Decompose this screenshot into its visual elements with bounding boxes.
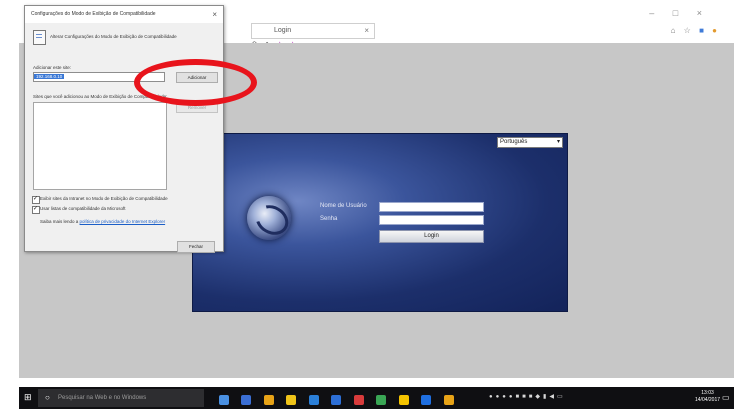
document-icon xyxy=(33,30,46,45)
edge-icon[interactable] xyxy=(241,394,252,405)
dialog-close-icon[interactable]: × xyxy=(212,6,217,23)
tray-icon-8[interactable]: ◆ xyxy=(535,394,543,400)
volume-icon[interactable]: ◀ xyxy=(549,394,557,400)
privacy-policy-link[interactable]: política de privacidade do Internet Expl… xyxy=(80,219,166,224)
compatibility-settings-dialog: Configurações do Modo de Exibição de Com… xyxy=(24,5,224,253)
language-select[interactable]: Português ▾ xyxy=(497,137,563,148)
maximize-button[interactable]: □ xyxy=(673,8,686,18)
smiley-icon[interactable]: ● xyxy=(712,26,720,35)
add-site-input-value: 192.168.0.10 xyxy=(34,74,65,79)
microsoft-lists-checkbox[interactable] xyxy=(32,205,40,214)
notifications-icon[interactable]: ▭ xyxy=(722,393,730,402)
excel-icon[interactable] xyxy=(376,394,387,405)
store-icon[interactable] xyxy=(308,394,319,405)
powerpoint-icon[interactable] xyxy=(353,394,364,405)
windows-start-icon[interactable]: ⊞ xyxy=(24,393,32,402)
file-explorer-icon[interactable] xyxy=(263,394,274,405)
browser-tab[interactable]: Login × xyxy=(251,23,375,39)
microsoft-lists-label: Usar listas de compatibilidade da Micros… xyxy=(40,206,126,211)
settings-gear-icon[interactable]: ■ xyxy=(699,26,707,35)
tray-icon-1[interactable]: ● xyxy=(489,394,496,400)
tray-icon-6[interactable]: ■ xyxy=(522,394,529,400)
app-icon-extra[interactable] xyxy=(443,394,454,405)
task-view-icon[interactable] xyxy=(219,394,229,405)
system-tray: ●●●●■■■◆▮◀▭ xyxy=(489,393,566,400)
language-indicator[interactable]: ▭ xyxy=(557,394,566,400)
star-icon[interactable]: ☆ xyxy=(684,26,694,35)
taskbar-clock[interactable]: 13:03 14/04/2017 xyxy=(695,390,720,404)
browser-tab-title: Login xyxy=(274,27,292,34)
clock-time: 13:03 xyxy=(701,390,714,396)
login-button[interactable]: Login xyxy=(379,230,484,243)
close-window-button[interactable]: × xyxy=(697,8,710,18)
dialog-titlebar: Configurações do Modo de Exibição de Com… xyxy=(25,6,223,23)
dialog-close-button[interactable]: Fechar xyxy=(177,241,215,253)
folder-icon[interactable] xyxy=(286,394,297,405)
tray-icon-4[interactable]: ● xyxy=(509,394,516,400)
taskbar-apps xyxy=(219,391,462,409)
taskbar-search-box[interactable]: ○ Pesquisar na Web e no Windows xyxy=(38,389,204,407)
globe-logo-icon xyxy=(247,196,294,241)
search-circle-icon: ○ xyxy=(45,393,50,402)
privacy-text: Saiba mais lendo a política de privacida… xyxy=(40,219,165,224)
dialog-title: Configurações do Modo de Exibição de Com… xyxy=(31,11,156,17)
dialog-header-text: Alterar Configurações do Modo de Exibiçã… xyxy=(50,34,177,39)
privacy-prefix: Saiba mais lendo a xyxy=(40,219,79,224)
windows-taskbar: ⊞ ○ Pesquisar na Web e no Windows ●●●●■■… xyxy=(19,387,734,409)
browser-tab-close-icon[interactable]: × xyxy=(364,24,369,38)
intranet-compat-checkbox[interactable] xyxy=(32,195,40,204)
chevron-down-icon: ▾ xyxy=(556,139,560,145)
password-label: Senha xyxy=(320,216,338,222)
username-input[interactable] xyxy=(379,202,484,212)
username-label: Nome de Usuário xyxy=(320,203,367,209)
browser-right-icons: ⌂ ☆ ■ ● xyxy=(671,26,720,35)
chrome-icon[interactable] xyxy=(398,394,409,405)
window-controls: – □ × xyxy=(649,8,710,18)
password-input[interactable] xyxy=(379,215,484,225)
clock-date: 14/04/2017 xyxy=(695,397,721,403)
added-sites-list[interactable] xyxy=(33,102,167,190)
intranet-compat-label: Exibir sites da Intranet no Modo de Exib… xyxy=(40,196,168,201)
word-icon[interactable] xyxy=(331,394,342,405)
red-highlight-circle xyxy=(134,59,257,106)
minimize-button[interactable]: – xyxy=(649,8,662,18)
home-icon[interactable]: ⌂ xyxy=(671,26,679,35)
internet-explorer-icon[interactable] xyxy=(421,394,432,405)
language-select-value: Português xyxy=(500,139,528,145)
tray-icon-3[interactable]: ● xyxy=(502,394,509,400)
add-site-label: Adicionar este site: xyxy=(33,65,72,70)
taskbar-search-placeholder: Pesquisar na Web e no Windows xyxy=(58,395,147,401)
